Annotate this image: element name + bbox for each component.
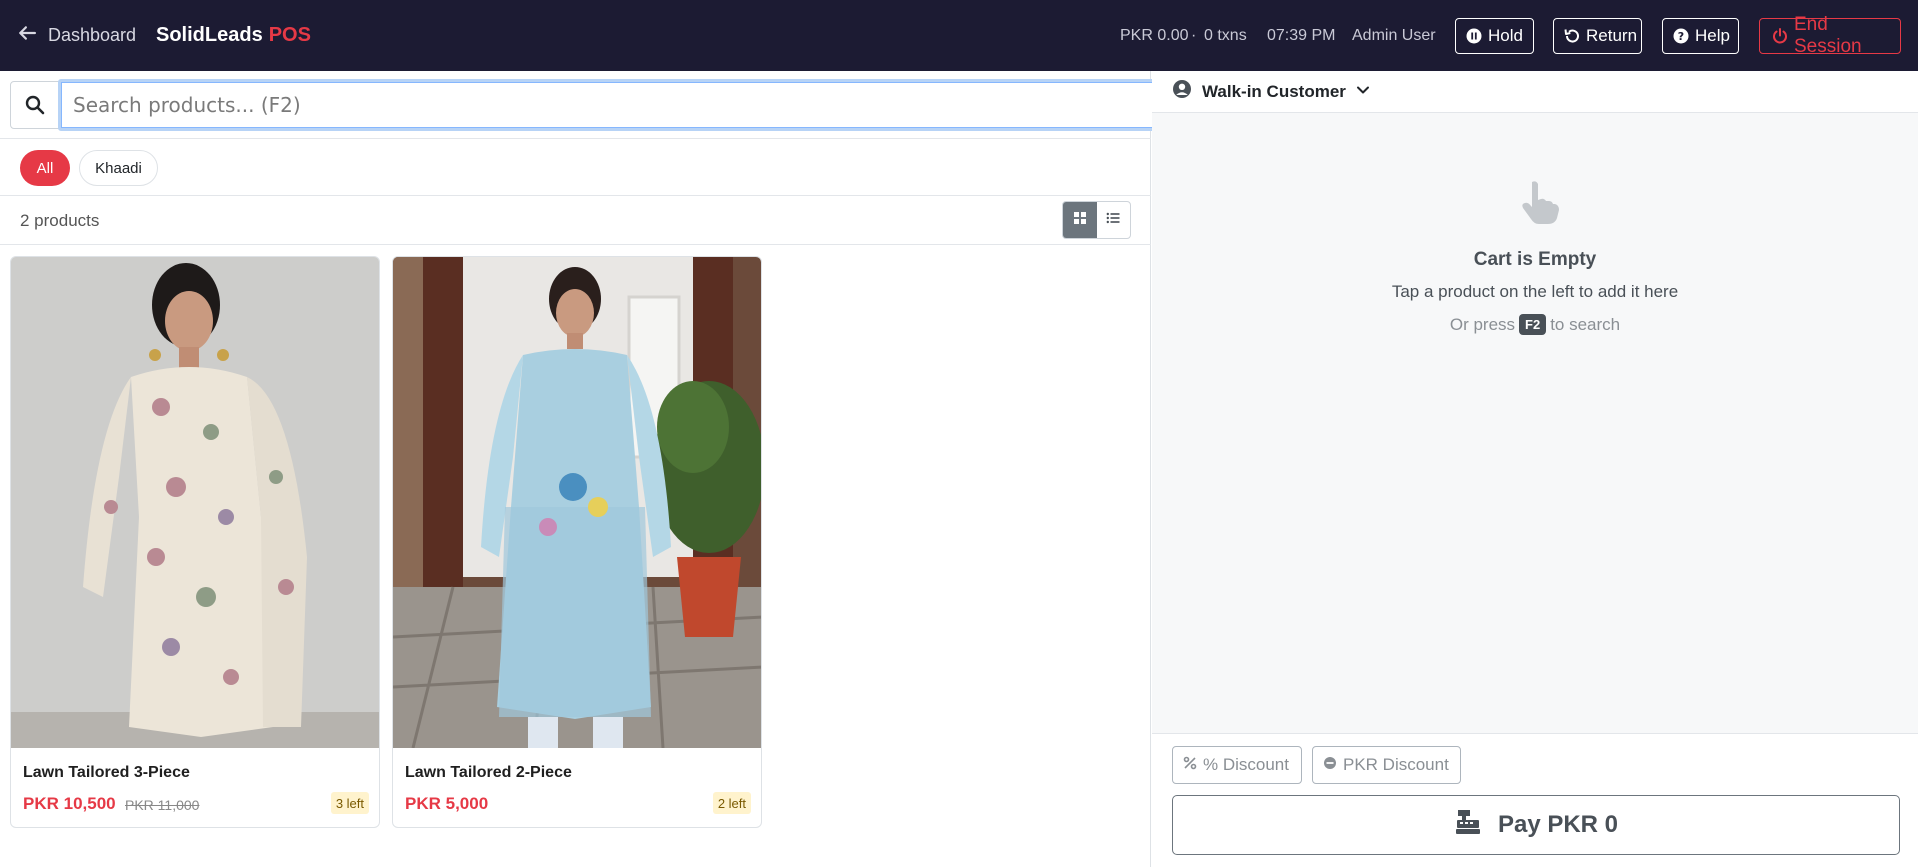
search-shortcut-hint: Or press F2 to search [1152, 314, 1918, 335]
product-image [11, 257, 379, 748]
product-count: 2 products [20, 211, 100, 230]
percent-discount-label: % Discount [1203, 755, 1289, 774]
category-chip-all[interactable]: All [20, 150, 70, 186]
chevron-down-icon [1356, 82, 1370, 102]
hint-prefix: Or press [1449, 315, 1516, 334]
pkr-discount-button[interactable]: PKR Discount [1312, 746, 1461, 784]
cart-empty-subtitle: Tap a product on the left to add it here [1391, 282, 1679, 301]
session-total: PKR 0.00 [1120, 27, 1189, 44]
category-chip-khaadi[interactable]: Khaadi [79, 150, 158, 186]
transaction-count: 0 txns [1204, 27, 1247, 44]
hold-button[interactable]: Hold [1455, 18, 1534, 54]
product-panel: All Khaadi 2 products [0, 71, 1156, 867]
help-button[interactable]: ? Help [1662, 18, 1739, 54]
customer-selector[interactable]: Walk-in Customer [1152, 71, 1918, 113]
return-button[interactable]: Return [1553, 18, 1642, 54]
pause-circle-icon [1466, 28, 1482, 44]
pay-label: Pay PKR 0 [1497, 811, 1619, 838]
cash-register-icon [1454, 808, 1482, 843]
question-circle-icon: ? [1673, 28, 1689, 44]
grid-icon [1073, 211, 1087, 230]
divider [0, 138, 1151, 139]
clock-time: 07:39 PM [1267, 27, 1336, 44]
end-session-button[interactable]: End Session [1759, 14, 1901, 57]
search-bar [10, 79, 1156, 131]
user-circle-icon [1172, 79, 1192, 104]
divider [0, 244, 1151, 245]
info-separator: · [1191, 27, 1197, 44]
product-name: Lawn Tailored 3-Piece [23, 764, 190, 781]
search-input[interactable] [58, 79, 1156, 131]
customer-name: Walk-in Customer [1202, 81, 1346, 101]
product-name: Lawn Tailored 2-Piece [405, 764, 572, 781]
brand-logo: SolidLeads POS [156, 24, 311, 47]
pkr-discount-label: PKR Discount [1343, 755, 1449, 774]
grid-view-button[interactable] [1063, 202, 1097, 238]
product-price: PKR 5,000 [405, 794, 489, 813]
shortcut-key: F2 [1519, 314, 1547, 335]
back-to-dashboard-link[interactable]: Dashboard [18, 24, 136, 47]
arrow-left-icon [18, 24, 36, 47]
hand-pointer-icon [1515, 178, 1563, 226]
stock-badge: 3 left [330, 792, 369, 814]
product-card[interactable]: Lawn Tailored 3-Piece PKR 10,500 PKR 11,… [10, 256, 380, 828]
list-view-button[interactable] [1097, 202, 1131, 238]
return-label: Return [1586, 26, 1638, 45]
search-icon [11, 82, 59, 128]
power-icon [1772, 28, 1788, 44]
brand-suffix: POS [268, 24, 311, 46]
svg-text:?: ? [1678, 30, 1684, 43]
percent-discount-button[interactable]: % Discount [1172, 746, 1302, 784]
cart-empty-title: Cart is Empty [1473, 249, 1597, 270]
list-icon [1106, 211, 1120, 230]
hold-label: Hold [1488, 26, 1523, 45]
brand-name: SolidLeads [156, 24, 263, 46]
help-label: Help [1695, 26, 1730, 45]
divider [0, 195, 1151, 196]
product-image [393, 257, 761, 748]
product-old-price: PKR 11,000 [125, 797, 200, 813]
stock-badge: 2 left [712, 792, 751, 814]
minus-circle-icon [1323, 755, 1337, 775]
hint-suffix: to search [1550, 315, 1621, 334]
product-price: PKR 10,500 [23, 794, 116, 813]
view-toggle [1062, 201, 1131, 239]
back-link-label: Dashboard [48, 25, 137, 45]
top-bar: Dashboard SolidLeads POS PKR 0.00 · 0 txn… [0, 0, 1918, 71]
undo-icon [1564, 28, 1580, 44]
product-card[interactable]: Lawn Tailored 2-Piece PKR 5,000 2 left [392, 256, 762, 828]
cart-panel: Walk-in Customer Cart is Empty Tap a pro… [1152, 71, 1918, 867]
current-user: Admin User [1352, 27, 1436, 44]
cart-footer: % Discount PKR Discount Pay PKR 0 [1152, 733, 1918, 867]
percent-icon [1183, 755, 1197, 775]
end-session-label: End Session [1794, 14, 1862, 57]
pay-button[interactable]: Pay PKR 0 [1172, 795, 1900, 855]
